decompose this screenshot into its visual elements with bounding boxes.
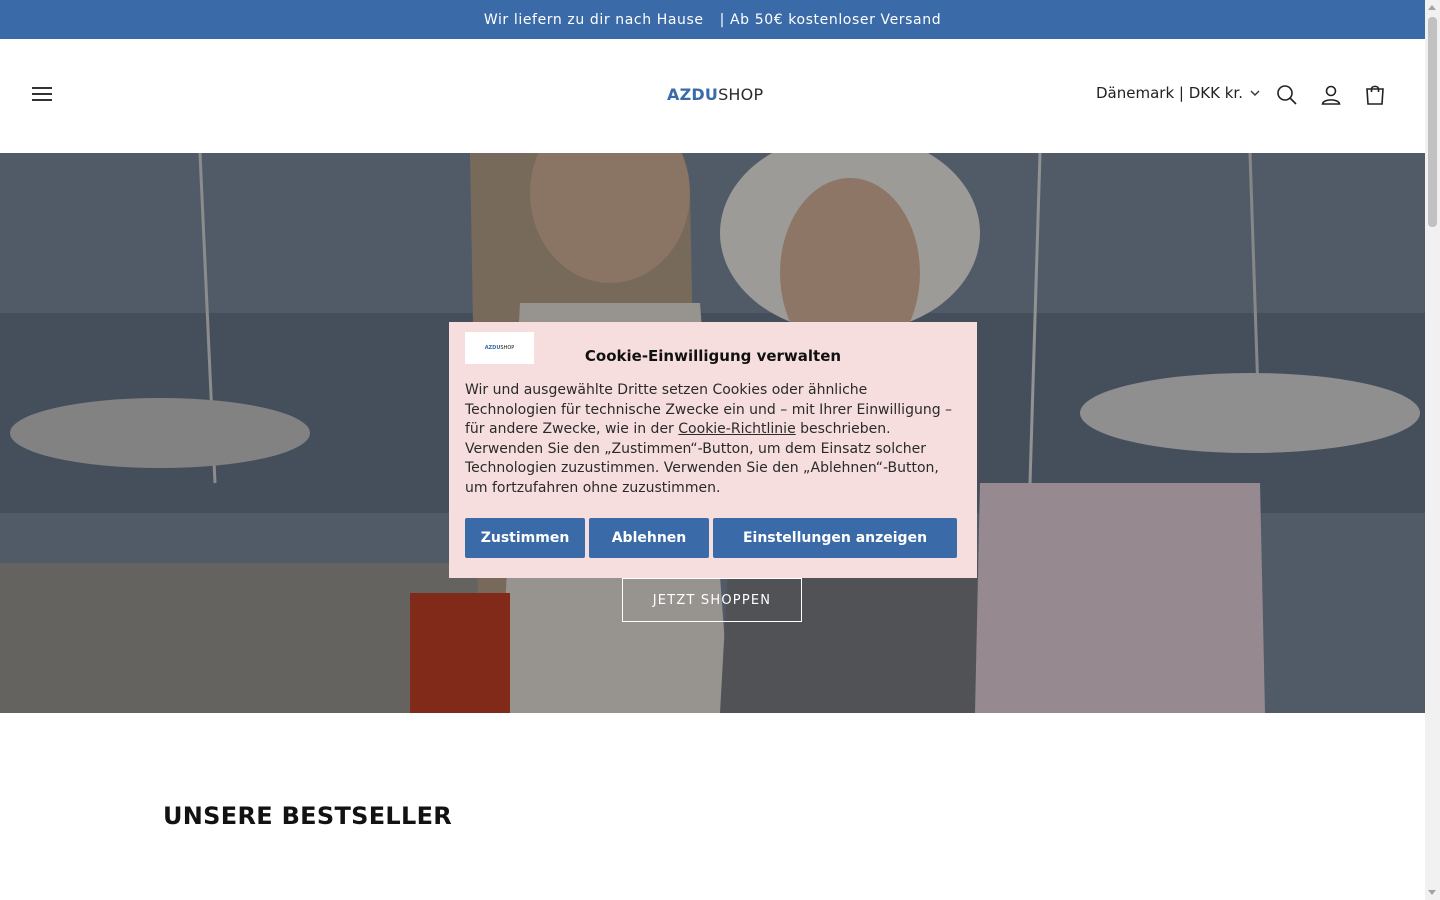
- account-icon[interactable]: [1319, 83, 1343, 107]
- announcement-bar: Wir liefern zu dir nach Hause | Ab 50€ k…: [0, 0, 1425, 39]
- site-header: AZDUSHOP Dänemark | DKK kr.: [0, 39, 1425, 153]
- reject-button[interactable]: Ablehnen: [589, 518, 709, 558]
- scroll-up-arrow-icon[interactable]: [1428, 5, 1436, 10]
- cookie-dialog-text: Wir und ausgewählte Dritte setzen Cookie…: [465, 381, 961, 498]
- shop-now-button[interactable]: JETZT SHOPPEN: [622, 578, 802, 622]
- logo-part-shop: SHOP: [718, 85, 764, 104]
- page-scrollbar[interactable]: [1425, 0, 1440, 900]
- scrollbar-thumb[interactable]: [1428, 17, 1437, 227]
- country-selector-label: Dänemark | DKK kr.: [1096, 84, 1243, 102]
- cookie-policy-link[interactable]: Cookie-Richtlinie: [678, 421, 795, 437]
- announcement-text-delivery: Wir liefern zu dir nach Hause: [483, 11, 704, 28]
- chevron-down-icon: [1250, 90, 1260, 96]
- announcement-text-shipping: | Ab 50€ kostenloser Versand: [719, 11, 942, 28]
- search-icon[interactable]: [1275, 83, 1299, 107]
- bestsellers-heading: UNSERE BESTSELLER: [163, 802, 453, 830]
- scroll-down-arrow-icon[interactable]: [1428, 890, 1436, 895]
- menu-icon[interactable]: [30, 83, 54, 107]
- site-logo[interactable]: AZDUSHOP: [667, 85, 763, 104]
- country-selector[interactable]: Dänemark | DKK kr.: [1096, 84, 1261, 102]
- cookie-dialog-title: Cookie-Einwilligung verwalten: [584, 347, 842, 365]
- cookie-consent-dialog: AZDU SHOP Cookie-Einwilligung verwalten W…: [449, 322, 977, 578]
- logo-part-azdu: AZDU: [667, 85, 719, 104]
- accept-button[interactable]: Zustimmen: [465, 518, 585, 558]
- show-settings-button[interactable]: Einstellungen anzeigen: [713, 518, 957, 558]
- cart-icon[interactable]: [1363, 83, 1387, 107]
